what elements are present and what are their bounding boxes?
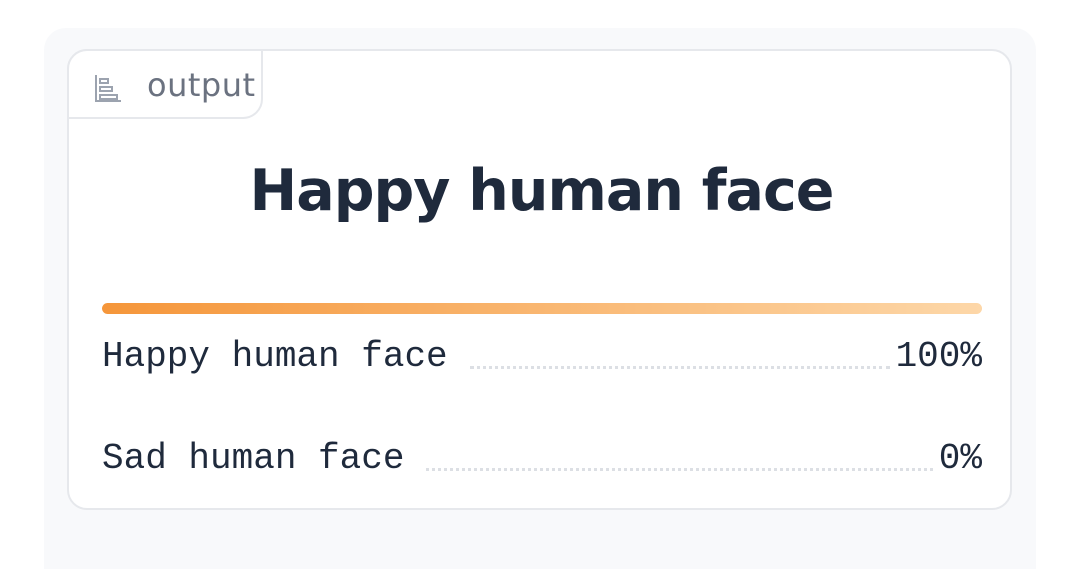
predicted-label: Happy human face xyxy=(249,158,835,224)
confidence-bar xyxy=(102,303,982,314)
confidence-row: Sad human face 0% xyxy=(102,435,982,479)
dotted-leader xyxy=(426,468,933,471)
class-confidence: 100% xyxy=(895,336,982,377)
class-label: Happy human face xyxy=(102,336,448,377)
label-output-card: output Happy human face Happy human face… xyxy=(67,49,1012,510)
dotted-leader xyxy=(469,366,890,369)
class-label: Sad human face xyxy=(102,438,405,479)
class-confidence: 0% xyxy=(938,438,982,479)
output-tab: output xyxy=(67,49,263,119)
confidence-row: Happy human face 100% xyxy=(102,333,982,377)
output-tab-label: output xyxy=(147,66,256,104)
confidence-bar-fill xyxy=(102,303,982,314)
bar-chart-icon xyxy=(95,75,121,102)
